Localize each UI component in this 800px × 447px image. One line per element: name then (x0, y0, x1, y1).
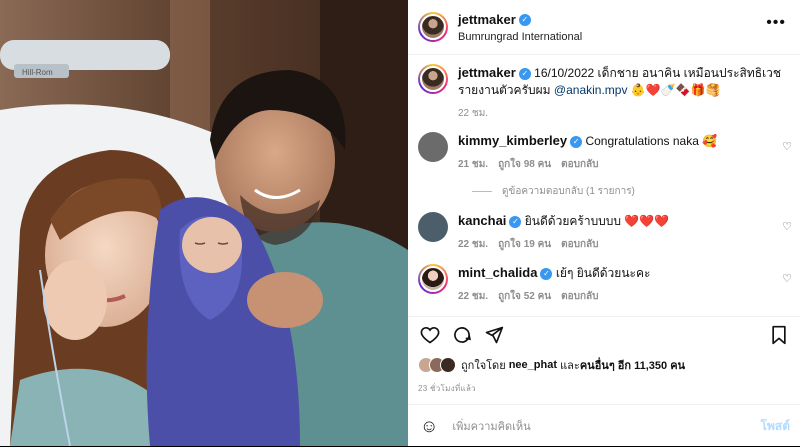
view-replies[interactable]: ดูข้อความตอบกลับ (1 รายการ) (472, 184, 635, 199)
caption-username[interactable]: jettmaker (458, 65, 516, 80)
likes-middle: และ (560, 360, 580, 372)
caption-mention[interactable]: @anakin.mpv (554, 83, 628, 97)
replies-divider (472, 191, 492, 192)
author-info: jettmaker ✓ Bumrungrad International (458, 11, 582, 43)
verified-badge-icon: ✓ (509, 215, 522, 228)
comment-input[interactable]: เพิ่มความคิดเห็น (452, 417, 760, 435)
post-location[interactable]: Bumrungrad International (458, 31, 582, 43)
caption-emojis: 👶❤️🍼🍫🎁🥞 (630, 83, 721, 97)
author-avatar[interactable] (418, 12, 448, 42)
instagram-post-view: Hill-Rom jettmaker ✓ Bumrungrad Internat… (0, 0, 800, 446)
comment-text: ยินดีด้วยคร้าบบบบ ❤️❤️❤️ (524, 214, 670, 228)
post-side-panel: jettmaker ✓ Bumrungrad International ••• … (408, 0, 800, 446)
comment-icon[interactable] (452, 325, 472, 350)
comment-text: Congratulations naka 🥰 (585, 134, 718, 148)
verified-badge-icon: ✓ (570, 135, 583, 148)
family-photo-illustration: Hill-Rom (0, 0, 408, 446)
bookmark-icon[interactable] (770, 325, 788, 350)
reply-button[interactable]: ตอบกลับ (561, 159, 598, 170)
comment-item: mint_chalida ✓ เย้ๆ ยินดีด้วยนะคะ 22 ชม. ถ… (408, 264, 800, 305)
likes-summary[interactable]: ถูกใจโดย nee_phat และ คนอื่นๆ อีก 11,350 … (418, 356, 685, 374)
comment-heart-icon[interactable]: ♡ (782, 140, 792, 153)
comment-item: kanchai ✓ ยินดีด้วยคร้าบบบบ ❤️❤️❤️ 22 ชม.… (408, 212, 800, 253)
posted-time: 23 ชั่วโมงที่แล้ว (418, 384, 476, 393)
comment-username[interactable]: kimmy_kimberley (458, 133, 567, 148)
svg-text:Hill-Rom: Hill-Rom (22, 68, 53, 77)
comment-time: 21 ชม. (458, 159, 489, 170)
likes-user[interactable]: nee_phat (509, 359, 557, 371)
caption-time: 22 ชม. (458, 108, 489, 119)
commenter-avatar[interactable] (418, 212, 448, 242)
view-replies-label[interactable]: ดูข้อความตอบกลับ (1 รายการ) (502, 184, 635, 199)
comment-composer: ☺ เพิ่มความคิดเห็น โพสต์ (408, 404, 800, 447)
comment-text: เย้ๆ ยินดีด้วยนะคะ (555, 266, 651, 280)
commenter-avatar[interactable] (418, 132, 448, 162)
comment-likes[interactable]: ถูกใจ 52 คน (498, 291, 551, 302)
commenter-avatar[interactable] (418, 264, 448, 294)
author-username[interactable]: jettmaker (458, 12, 516, 27)
comment-heart-icon[interactable]: ♡ (782, 272, 792, 285)
caption: jettmaker ✓ 16/10/2022 เด็กชาย อนาคิน เหม… (408, 64, 800, 122)
smiley-icon[interactable]: ☺ (420, 416, 438, 437)
verified-badge-icon: ✓ (518, 67, 531, 80)
reply-button[interactable]: ตอบกลับ (561, 291, 598, 302)
verified-badge-icon: ✓ (518, 13, 531, 26)
comment-item: kimmy_kimberley ✓ Congratulations naka 🥰 … (408, 132, 800, 173)
comment-heart-icon[interactable]: ♡ (782, 220, 792, 233)
post-photo[interactable]: Hill-Rom (0, 0, 408, 446)
comment-username[interactable]: mint_chalida (458, 265, 537, 280)
comment-likes[interactable]: ถูกใจ 19 คน (498, 239, 551, 250)
post-header: jettmaker ✓ Bumrungrad International ••• (408, 0, 800, 55)
comments-list: jettmaker ✓ 16/10/2022 เด็กชาย อนาคิน เหม… (408, 54, 800, 316)
liker-avatar (440, 357, 456, 373)
caption-avatar[interactable] (418, 64, 448, 94)
likes-others[interactable]: คนอื่นๆ อีก 11,350 คน (580, 356, 685, 374)
likes-prefix: ถูกใจโดย (461, 360, 506, 372)
comment-username[interactable]: kanchai (458, 213, 506, 228)
send-icon[interactable] (484, 325, 504, 350)
comment-time: 22 ชม. (458, 239, 489, 250)
comment-time: 22 ชม. (458, 291, 489, 302)
comment-likes[interactable]: ถูกใจ 98 คน (498, 159, 551, 170)
verified-badge-icon: ✓ (540, 267, 553, 280)
reply-button[interactable]: ตอบกลับ (561, 239, 598, 250)
heart-icon[interactable] (420, 325, 440, 350)
post-button[interactable]: โพสต์ (761, 417, 790, 436)
more-options-icon[interactable]: ••• (766, 14, 786, 32)
action-bar (408, 316, 800, 355)
